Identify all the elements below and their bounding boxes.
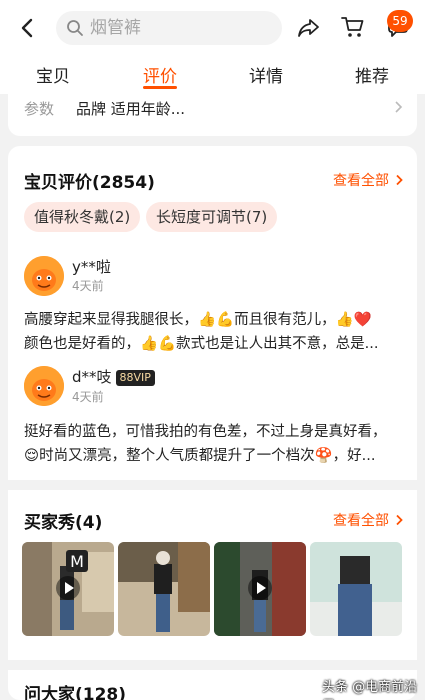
message-badge: 59 (387, 10, 413, 32)
reviews-card: 宝贝评价(2854) 查看全部 值得秋冬戴(2) 长短度可调节(7) y**啦 … (8, 146, 417, 700)
section-divider (8, 660, 417, 670)
buyer-photo[interactable] (214, 542, 306, 636)
review-text-line[interactable]: 颜色也是好看的，👍💪款式也是让人出其不意，总是... (24, 332, 402, 356)
tab-item[interactable]: 宝贝 (36, 62, 70, 87)
reviews-see-all-link[interactable]: 查看全部 (333, 170, 403, 190)
buyer-photo[interactable] (118, 542, 210, 636)
tab-reviews[interactable]: 评价 (143, 62, 177, 87)
photo-thumbnail (118, 542, 210, 636)
review-time: 4天前 (72, 279, 104, 293)
buyer-show-see-all-link[interactable]: 查看全部 (333, 510, 403, 530)
avatar-mascot-icon (24, 366, 64, 406)
qa-title: 问大家(128) (24, 685, 127, 700)
avatar[interactable] (24, 366, 64, 406)
chevron-right-icon (396, 174, 403, 186)
params-label: 参数 (24, 100, 55, 118)
review-user-name: y**啦 (72, 258, 111, 276)
buyer-photo[interactable]: M (22, 542, 114, 636)
play-icon[interactable] (56, 576, 80, 600)
chevron-right-icon (396, 514, 403, 526)
review-time: 4天前 (72, 390, 104, 404)
play-icon[interactable] (248, 576, 272, 600)
review-tag[interactable]: 长短度可调节(7) (146, 202, 278, 232)
section-divider (8, 480, 417, 490)
search-icon (67, 20, 83, 36)
review-user-name-row: d**吱 88VIP (72, 366, 155, 387)
chevron-right-icon (395, 101, 403, 113)
top-bar: 59 (0, 0, 425, 56)
review-text-line[interactable]: 挺好看的蓝色，可惜我拍的有色差，不过上身是真好看， (24, 420, 402, 444)
review-tag[interactable]: 值得秋冬戴(2) (24, 202, 141, 232)
tab-details[interactable]: 详情 (249, 62, 283, 87)
search-bar[interactable] (56, 11, 282, 45)
cart-icon[interactable] (340, 14, 366, 40)
see-all-label: 查看全部 (333, 173, 389, 189)
search-input[interactable] (90, 11, 275, 45)
params-card[interactable]: 参数 品牌 适用年龄... (8, 94, 417, 136)
review-text-line[interactable]: 😌时尚又漂亮，整个人气质都提升了一个档次🍄，好... (24, 444, 402, 468)
share-icon[interactable] (296, 15, 322, 41)
review-user-name: d**吱 (72, 368, 112, 386)
avatar-mascot-icon (24, 256, 64, 296)
buyer-show-title: 买家秀(4) (24, 513, 103, 533)
see-all-label: 查看全部 (333, 513, 389, 529)
svg-text:M: M (70, 552, 84, 571)
buyer-photo[interactable] (310, 542, 402, 636)
reviews-title: 宝贝评价(2854) (24, 173, 155, 193)
watermark: 头条 @电商前沿君 (322, 680, 418, 700)
review-text-line[interactable]: 高腰穿起来显得我腿很长，👍💪而且很有范儿，👍❤️ (24, 308, 402, 332)
vip-badge: 88VIP (115, 370, 155, 386)
photo-thumbnail (310, 542, 402, 636)
back-arrow-icon[interactable] (16, 14, 40, 42)
tab-recommend[interactable]: 推荐 (355, 62, 389, 87)
params-value: 品牌 适用年龄... (76, 100, 186, 118)
active-tab-indicator (143, 86, 177, 89)
avatar[interactable] (24, 256, 64, 296)
buyer-photos-row: M (22, 542, 402, 636)
tab-bar: 宝贝 评价 详情 推荐 (0, 56, 425, 94)
